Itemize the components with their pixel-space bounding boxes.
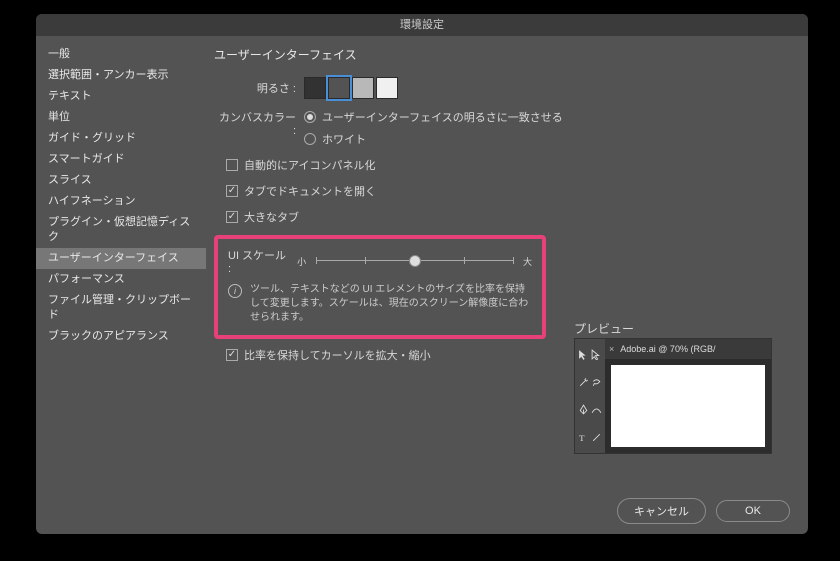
sidebar-item-4[interactable]: ガイド・グリッド (36, 128, 206, 149)
preview-canvas (611, 365, 765, 447)
ui-scale-max-label: 大 (523, 255, 532, 268)
selection-tool-icon (577, 341, 590, 368)
sidebar: 一般選択範囲・アンカー表示テキスト単位ガイド・グリッドスマートガイドスライスハイ… (36, 36, 206, 488)
ui-scale-slider[interactable] (316, 254, 513, 268)
brightness-swatch-0[interactable] (304, 77, 326, 99)
preview-box: T × Adobe.ai @ 70% (RGB/ (574, 338, 772, 454)
radio-match-brightness[interactable] (304, 111, 316, 123)
lasso-tool-icon (591, 369, 604, 396)
preview-tools: T (575, 339, 605, 453)
preferences-window: 環境設定 一般選択範囲・アンカー表示テキスト単位ガイド・グリッドスマートガイドス… (36, 14, 808, 534)
preview-tabbar: × Adobe.ai @ 70% (RGB/ (605, 339, 771, 359)
checkbox-open-tabs[interactable] (226, 185, 238, 197)
sidebar-item-0[interactable]: 一般 (36, 44, 206, 65)
line-tool-icon (591, 424, 604, 451)
ui-scale-thumb[interactable] (409, 255, 421, 267)
brightness-swatch-1[interactable] (328, 77, 350, 99)
curvature-tool-icon (591, 397, 604, 424)
sidebar-item-3[interactable]: 単位 (36, 107, 206, 128)
pen-tool-icon (577, 397, 590, 424)
canvas-color-label: カンバスカラー : (214, 109, 304, 137)
sidebar-item-1[interactable]: 選択範囲・アンカー表示 (36, 65, 206, 86)
sidebar-item-9[interactable]: ユーザーインターフェイス (36, 248, 206, 269)
sidebar-item-10[interactable]: パフォーマンス (36, 269, 206, 290)
sidebar-item-7[interactable]: ハイフネーション (36, 191, 206, 212)
close-icon: × (605, 344, 618, 354)
footer: キャンセル OK (36, 488, 808, 534)
brightness-swatch-2[interactable] (352, 77, 374, 99)
section-title: ユーザーインターフェイス (214, 46, 794, 63)
sidebar-item-6[interactable]: スライス (36, 170, 206, 191)
type-tool-icon: T (577, 424, 590, 451)
sidebar-item-12[interactable]: ブラックのアピアランス (36, 326, 206, 347)
radio-match-brightness-label: ユーザーインターフェイスの明るさに一致させる (322, 109, 563, 125)
ui-scale-highlight: UI スケール : 小 大 i ツール、テキストなどの UI エレメントのサイズ… (214, 235, 546, 339)
preview-tab-text: Adobe.ai @ 70% (RGB/ (618, 344, 715, 354)
checkbox-scale-cursor[interactable] (226, 349, 238, 361)
sidebar-item-5[interactable]: スマートガイド (36, 149, 206, 170)
info-icon: i (228, 284, 242, 298)
checkbox-scale-cursor-label: 比率を保持してカーソルを拡大・縮小 (244, 347, 431, 363)
radio-white-label: ホワイト (322, 131, 366, 147)
direct-selection-tool-icon (591, 341, 604, 368)
preview-label: プレビュー (574, 320, 634, 337)
ok-button[interactable]: OK (716, 500, 790, 522)
wand-tool-icon (577, 369, 590, 396)
checkbox-auto-icon[interactable] (226, 159, 238, 171)
checkbox-auto-icon-label: 自動的にアイコンパネル化 (244, 157, 375, 173)
sidebar-item-2[interactable]: テキスト (36, 86, 206, 107)
checkbox-open-tabs-label: タブでドキュメントを開く (244, 183, 376, 199)
ui-scale-label: UI スケール : (228, 247, 291, 275)
radio-white[interactable] (304, 133, 316, 145)
ui-scale-min-label: 小 (297, 255, 306, 268)
checkbox-large-tabs-label: 大きなタブ (244, 209, 299, 225)
brightness-label: 明るさ : (214, 80, 304, 96)
main-panel: ユーザーインターフェイス 明るさ : カンバスカラー : ユーザーインターフェイ… (206, 36, 808, 488)
ui-scale-info: ツール、テキストなどの UI エレメントのサイズを比率を保持して変更します。スケ… (250, 283, 532, 325)
checkbox-large-tabs[interactable] (226, 211, 238, 223)
window-title: 環境設定 (36, 14, 808, 36)
svg-text:T: T (579, 433, 585, 443)
brightness-swatch-3[interactable] (376, 77, 398, 99)
sidebar-item-11[interactable]: ファイル管理・クリップボード (36, 290, 206, 326)
cancel-button[interactable]: キャンセル (617, 498, 706, 524)
sidebar-item-8[interactable]: プラグイン・仮想記憶ディスク (36, 212, 206, 248)
